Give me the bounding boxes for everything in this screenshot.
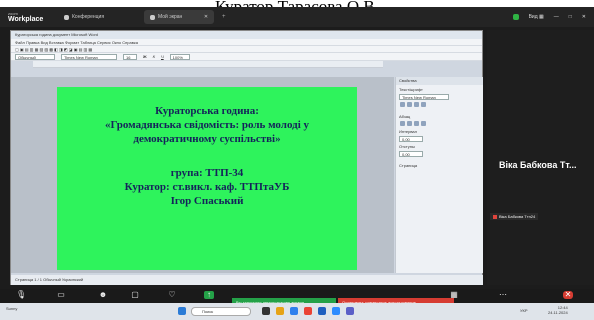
edge-icon[interactable] xyxy=(290,307,298,315)
search-input[interactable]: Поиск xyxy=(191,307,251,316)
italic-button[interactable]: К xyxy=(153,53,155,61)
view-button[interactable]: Вид ▦ xyxy=(529,14,544,20)
maximize-icon[interactable]: □ xyxy=(569,14,572,20)
tab-meeting-label: Мой экран xyxy=(158,14,183,20)
view-label: Вид xyxy=(528,14,538,20)
doc-line-1: Кураторська година: xyxy=(155,105,259,117)
zoom-logo: zoom Workplace xyxy=(8,11,48,23)
close-tab-icon[interactable]: ✕ xyxy=(204,14,208,20)
tab-conference-label: Конференция xyxy=(72,14,105,20)
muted-mic-icon xyxy=(493,214,497,219)
bold-button[interactable]: Ж xyxy=(143,53,147,61)
font-select[interactable]: Times New Roman xyxy=(61,53,117,60)
shield-icon xyxy=(512,14,519,20)
sidebar-section-paragraph-label: Абзац xyxy=(399,114,411,119)
align-left-icon[interactable] xyxy=(400,121,405,126)
zoom-app-icon[interactable] xyxy=(332,307,340,315)
shared-screen: Кураторська година документ Microsoft Wo… xyxy=(10,30,483,285)
sidebar-section-font: Текст/шрифт Times New Roman xyxy=(396,85,483,112)
sidebar-italic-icon[interactable] xyxy=(407,102,412,107)
clock-date: 24.11.2024 xyxy=(548,310,568,315)
sidebar-bold-icon[interactable] xyxy=(400,102,405,107)
doc-line-2: «Громадянська свідомість: роль молоді у xyxy=(104,119,310,131)
language-indicator[interactable]: УКР xyxy=(520,308,528,313)
word-icon[interactable] xyxy=(318,307,326,315)
word-format-toolbar: Обычный Times New Roman 16 Ж К Ч 100% xyxy=(11,53,482,61)
conference-icon xyxy=(64,14,69,20)
sidebar-spacing-label: Интервал xyxy=(399,129,417,134)
zoom-titlebar: zoom Workplace Конференция Мой экран ✕ +… xyxy=(0,7,594,27)
word-statusbar: Страница 1 / 1 Обычный Украинский xyxy=(11,275,483,285)
properties-sidebar: Свойства Текст/шрифт Times New Roman Абз… xyxy=(395,77,483,273)
sidebar-section-paragraph: Абзац Интервал 0,00 Отступы 0,00 xyxy=(396,112,483,161)
sidebar-section-font-label: Текст/шрифт xyxy=(399,87,423,92)
spacing-input[interactable]: 0,00 xyxy=(399,136,423,142)
document-page[interactable]: Кураторська година: «Громадянська свідом… xyxy=(57,87,357,270)
share-screen-icon: ↑ xyxy=(204,291,214,299)
zoom-select[interactable]: 100% xyxy=(169,53,190,60)
sidebar-color-icon[interactable] xyxy=(421,102,426,107)
minimize-icon[interactable]: — xyxy=(554,14,559,20)
doc-line-curator: Куратор: ст.викл. каф. ТТПтаУБ xyxy=(124,181,290,193)
word-standard-toolbar[interactable]: ▢ ▣ ▤ ▥ ▦ ▧ ▨ ▩ ◧ ◨ ◩ ◪ ▣ ▤ ▥ ▦ xyxy=(11,46,482,53)
sidebar-indent-label: Отступы xyxy=(399,144,415,149)
align-justify-icon[interactable] xyxy=(421,121,426,126)
word-titlebar: Кураторська година документ Microsoft Wo… xyxy=(11,31,482,39)
indent-input[interactable]: 0,00 xyxy=(399,151,423,157)
participant-tag: Віка Бабкова Ттп24 xyxy=(490,213,539,220)
word-menubar[interactable]: Файл Правка Вид Вставка Формат Таблица С… xyxy=(11,39,482,46)
tab-meeting[interactable]: Мой экран ✕ xyxy=(144,10,215,24)
participants-icon: ☻ xyxy=(98,290,108,299)
doc-line-3: демократичному суспільстві» xyxy=(133,133,281,145)
weather-widget[interactable]: Sunny xyxy=(6,306,17,311)
font-size-select[interactable]: 16 xyxy=(123,53,137,60)
grid-icon: ▦ xyxy=(450,290,458,299)
align-right-icon[interactable] xyxy=(414,121,419,126)
heart-icon: ♡ xyxy=(168,290,176,299)
style-select[interactable]: Обычный xyxy=(15,53,55,60)
horizontal-ruler xyxy=(33,61,383,68)
close-icon[interactable]: ✕ xyxy=(582,14,586,20)
zoom-logo-text: Workplace xyxy=(8,16,44,23)
close-meeting-icon: ✕ xyxy=(563,290,573,299)
explorer-icon[interactable] xyxy=(276,307,284,315)
participant-tile[interactable]: Віка Бабкова Тт... Віка Бабкова Ттп24 xyxy=(487,30,594,285)
clock[interactable]: 12:44 24.11.2024 xyxy=(548,305,568,315)
microphone-icon: 🎙 xyxy=(16,290,27,299)
underline-button[interactable]: Ч xyxy=(161,53,164,61)
start-icon[interactable] xyxy=(178,307,186,315)
chat-icon: ▢ xyxy=(131,290,139,299)
camera-icon: ▭ xyxy=(57,290,65,299)
sidebar-font-input[interactable]: Times New Roman xyxy=(399,94,449,100)
align-center-icon[interactable] xyxy=(407,121,412,126)
sidebar-section-page[interactable]: Страница xyxy=(396,161,483,170)
add-tab-button[interactable]: + xyxy=(222,14,226,20)
teams-icon[interactable] xyxy=(346,307,354,315)
more-icon: ⋯ xyxy=(499,290,507,299)
zoom-window-controls: Вид ▦ — □ ✕ xyxy=(512,14,586,20)
doc-line-group: група: ТТП-34 xyxy=(170,167,244,179)
doc-line-name: Ігор Спаський xyxy=(170,195,244,207)
task-view-icon[interactable] xyxy=(262,307,270,315)
participant-name: Віка Бабкова Тт... xyxy=(499,160,577,170)
chrome-icon[interactable] xyxy=(304,307,312,315)
tab-conference[interactable]: Конференция xyxy=(64,14,104,20)
document-area[interactable]: Кураторська година: «Громадянська свідом… xyxy=(11,77,394,273)
sidebar-title: Свойства xyxy=(396,77,483,85)
zoom-window: zoom Workplace Конференция Мой экран ✕ +… xyxy=(0,7,594,320)
participant-tag-label: Віка Бабкова Ттп24 xyxy=(499,214,536,219)
windows-taskbar: Sunny Поиск УКР 12:44 24.11.2024 xyxy=(0,303,594,320)
screen-icon xyxy=(150,14,156,20)
sidebar-underline-icon[interactable] xyxy=(414,102,419,107)
